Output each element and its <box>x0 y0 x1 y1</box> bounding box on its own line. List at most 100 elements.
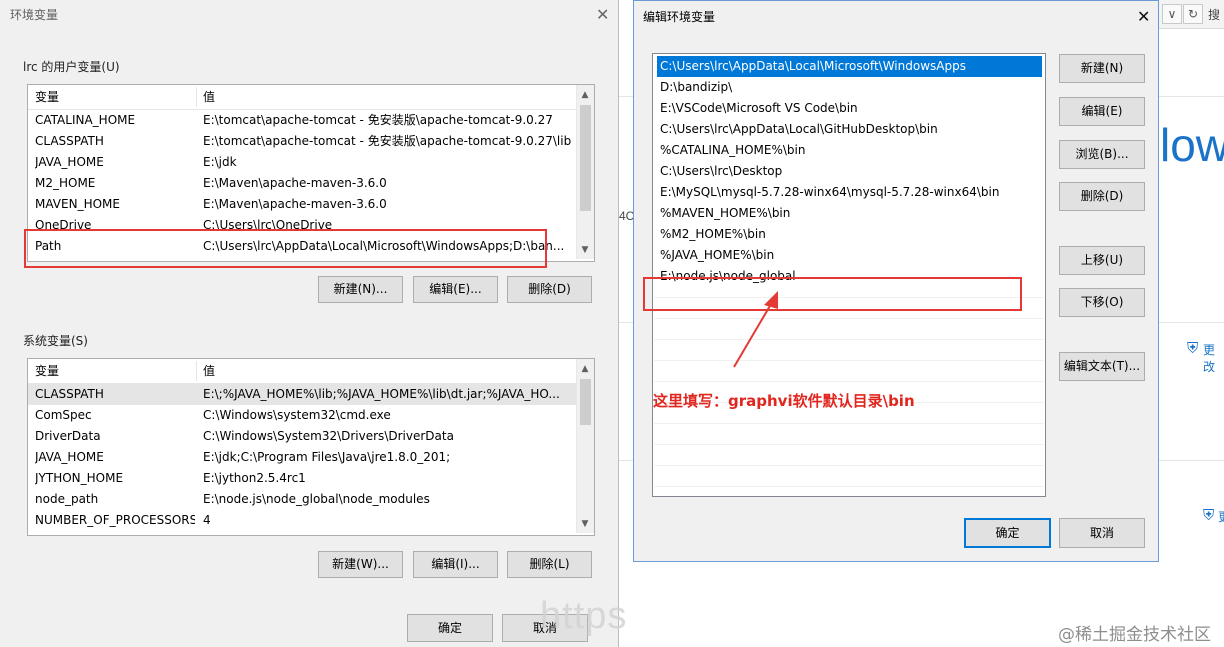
variable-name: ComSpec <box>35 408 92 422</box>
scroll-thumb[interactable] <box>580 379 591 425</box>
variable-value: E:\;%JAVA_HOME%\lib;%JAVA_HOME%\lib\dt.j… <box>203 387 560 401</box>
browser-tab-fragment[interactable]: 搜 <box>1208 6 1220 23</box>
refresh-icon[interactable]: ↻ <box>1183 4 1203 24</box>
path-entry[interactable]: %M2_HOME%\bin <box>657 224 1042 245</box>
scroll-up-icon[interactable]: ▲ <box>577 361 593 377</box>
table-row[interactable]: node_path E:\node.js\node_global\node_mod… <box>28 489 594 510</box>
variable-value: 4 <box>203 513 211 527</box>
vertical-scrollbar[interactable]: ▲ ▼ <box>576 85 594 259</box>
edit-path-button[interactable]: 编辑(E) <box>1059 97 1145 126</box>
background-browser <box>1158 0 1224 647</box>
variable-name: MAVEN_HOME <box>35 197 120 211</box>
table-row[interactable]: ComSpec C:\Windows\system32\cmd.exe <box>28 405 594 426</box>
scroll-up-icon[interactable]: ▲ <box>577 87 593 103</box>
column-divider[interactable] <box>196 361 197 381</box>
variable-value: E:\tomcat\apache-tomcat - 免安装版\apache-to… <box>203 134 572 148</box>
path-entry[interactable]: %JAVA_HOME%\bin <box>657 245 1042 266</box>
variable-name: M2_HOME <box>35 176 96 190</box>
path-entry[interactable]: E:\MySQL\mysql-5.7.28-winx64\mysql-5.7.2… <box>657 182 1042 203</box>
system-vars-rows: CLASSPATH E:\;%JAVA_HOME%\lib;%JAVA_HOME%… <box>28 384 594 531</box>
column-header-value[interactable]: 值 <box>203 85 215 109</box>
table-row[interactable]: CLASSPATH E:\;%JAVA_HOME%\lib;%JAVA_HOME%… <box>28 384 594 405</box>
browser-toolbar: ∨ ↻ 搜 <box>1158 0 1224 29</box>
system-edit-button[interactable]: 编辑(I)... <box>413 551 498 578</box>
change-link[interactable]: 更 <box>1218 508 1224 525</box>
path-entry[interactable]: C:\Users\lrc\Desktop <box>657 161 1042 182</box>
variable-value: E:\node.js\node_global\node_modules <box>203 492 430 506</box>
column-header-variable[interactable]: 变量 <box>35 359 59 383</box>
empty-row <box>654 381 1044 382</box>
variable-name: DriverData <box>35 429 101 443</box>
uac-shield-icon: ⛨ <box>1187 339 1199 357</box>
annotation-new-entry-box <box>643 277 1022 311</box>
close-icon[interactable]: ✕ <box>596 0 609 30</box>
ok-button[interactable]: 确定 <box>407 614 493 642</box>
variable-name: JAVA_HOME <box>35 155 104 169</box>
path-entry[interactable]: %MAVEN_HOME%\bin <box>657 203 1042 224</box>
user-delete-button[interactable]: 删除(D) <box>507 276 592 303</box>
table-row[interactable]: CATALINA_HOME E:\tomcat\apache-tomcat - 免… <box>28 110 594 131</box>
move-down-button[interactable]: 下移(O) <box>1059 288 1145 317</box>
table-row[interactable]: MAVEN_HOME E:\Maven\apache-maven-3.6.0 <box>28 194 594 215</box>
annotation-arrow-icon <box>733 291 778 368</box>
empty-row <box>654 465 1044 466</box>
variable-name: CLASSPATH <box>35 134 104 148</box>
dialog-titlebar: 环境变量 ✕ <box>0 0 618 30</box>
annotation-note: 这里填写：graphvi软件默认目录\bin <box>653 392 915 410</box>
table-row[interactable]: M2_HOME E:\Maven\apache-maven-3.6.0 <box>28 173 594 194</box>
variable-name: JAVA_HOME <box>35 450 104 464</box>
cancel-button[interactable]: 取消 <box>1059 518 1145 548</box>
path-entry[interactable]: %CATALINA_HOME%\bin <box>657 140 1042 161</box>
table-row[interactable]: JAVA_HOME E:\jdk <box>28 152 594 173</box>
table-row[interactable]: JAVA_HOME E:\jdk;C:\Program Files\Java\jr… <box>28 447 594 468</box>
chevron-down-icon[interactable]: ∨ <box>1162 4 1182 24</box>
empty-row <box>654 318 1044 319</box>
delete-path-button[interactable]: 删除(D) <box>1059 182 1145 211</box>
ok-button[interactable]: 确定 <box>964 518 1051 548</box>
scroll-down-icon[interactable]: ▼ <box>577 242 593 258</box>
system-vars-list[interactable]: 变量 值 CLASSPATH E:\;%JAVA_HOME%\lib;%JAVA_… <box>27 358 595 536</box>
table-row[interactable]: DriverData C:\Windows\System32\Drivers\Dr… <box>28 426 594 447</box>
path-entry[interactable]: C:\Users\lrc\AppData\Local\Microsoft\Win… <box>657 56 1042 77</box>
close-icon[interactable]: ✕ <box>1137 2 1150 32</box>
system-delete-button[interactable]: 删除(L) <box>507 551 592 578</box>
browse-button[interactable]: 浏览(B)... <box>1059 140 1145 169</box>
new-path-button[interactable]: 新建(N) <box>1059 54 1145 83</box>
variable-name: node_path <box>35 492 99 506</box>
path-list[interactable]: C:\Users\lrc\AppData\Local\Microsoft\Win… <box>652 53 1046 497</box>
variable-value: E:\Maven\apache-maven-3.6.0 <box>203 176 387 190</box>
list-header: 变量 值 <box>28 85 594 110</box>
user-new-button[interactable]: 新建(N)... <box>318 276 403 303</box>
column-header-variable[interactable]: 变量 <box>35 85 59 109</box>
path-entry[interactable]: C:\Users\lrc\AppData\Local\GitHubDesktop… <box>657 119 1042 140</box>
dialog-title: 环境变量 <box>10 8 59 22</box>
variable-name: CLASSPATH <box>35 387 104 401</box>
vertical-scrollbar[interactable]: ▲ ▼ <box>576 359 594 533</box>
dialog-title: 编辑环境变量 <box>643 10 716 24</box>
change-link[interactable]: 更改 <box>1203 341 1224 375</box>
list-header: 变量 值 <box>28 359 594 384</box>
column-divider[interactable] <box>196 87 197 107</box>
uac-shield-icon: ⛨ <box>1203 506 1215 524</box>
scroll-thumb[interactable] <box>580 105 591 211</box>
variable-value: E:\tomcat\apache-tomcat - 免安装版\apache-to… <box>203 113 553 127</box>
variable-name: JYTHON_HOME <box>35 471 124 485</box>
column-header-value[interactable]: 值 <box>203 359 215 383</box>
variable-value: C:\Windows\system32\cmd.exe <box>203 408 391 422</box>
move-up-button[interactable]: 上移(U) <box>1059 246 1145 275</box>
background-heading-fragment: low <box>1160 119 1224 171</box>
empty-row <box>654 423 1044 424</box>
scroll-down-icon[interactable]: ▼ <box>577 516 593 532</box>
path-entry[interactable]: E:\VSCode\Microsoft VS Code\bin <box>657 98 1042 119</box>
system-new-button[interactable]: 新建(W)... <box>318 551 403 578</box>
edit-text-button[interactable]: 编辑文本(T)... <box>1059 352 1145 381</box>
empty-row <box>654 360 1044 361</box>
table-row[interactable]: CLASSPATH E:\tomcat\apache-tomcat - 免安装版\… <box>28 131 594 152</box>
variable-value: C:\Windows\System32\Drivers\DriverData <box>203 429 454 443</box>
table-row[interactable]: NUMBER_OF_PROCESSORS 4 <box>28 510 594 531</box>
variable-value: E:\jython2.5.4rc1 <box>203 471 306 485</box>
variable-value: E:\jdk;C:\Program Files\Java\jre1.8.0_20… <box>203 450 451 464</box>
table-row[interactable]: JYTHON_HOME E:\jython2.5.4rc1 <box>28 468 594 489</box>
path-entry[interactable]: D:\bandizip\ <box>657 77 1042 98</box>
user-edit-button[interactable]: 编辑(E)... <box>413 276 498 303</box>
